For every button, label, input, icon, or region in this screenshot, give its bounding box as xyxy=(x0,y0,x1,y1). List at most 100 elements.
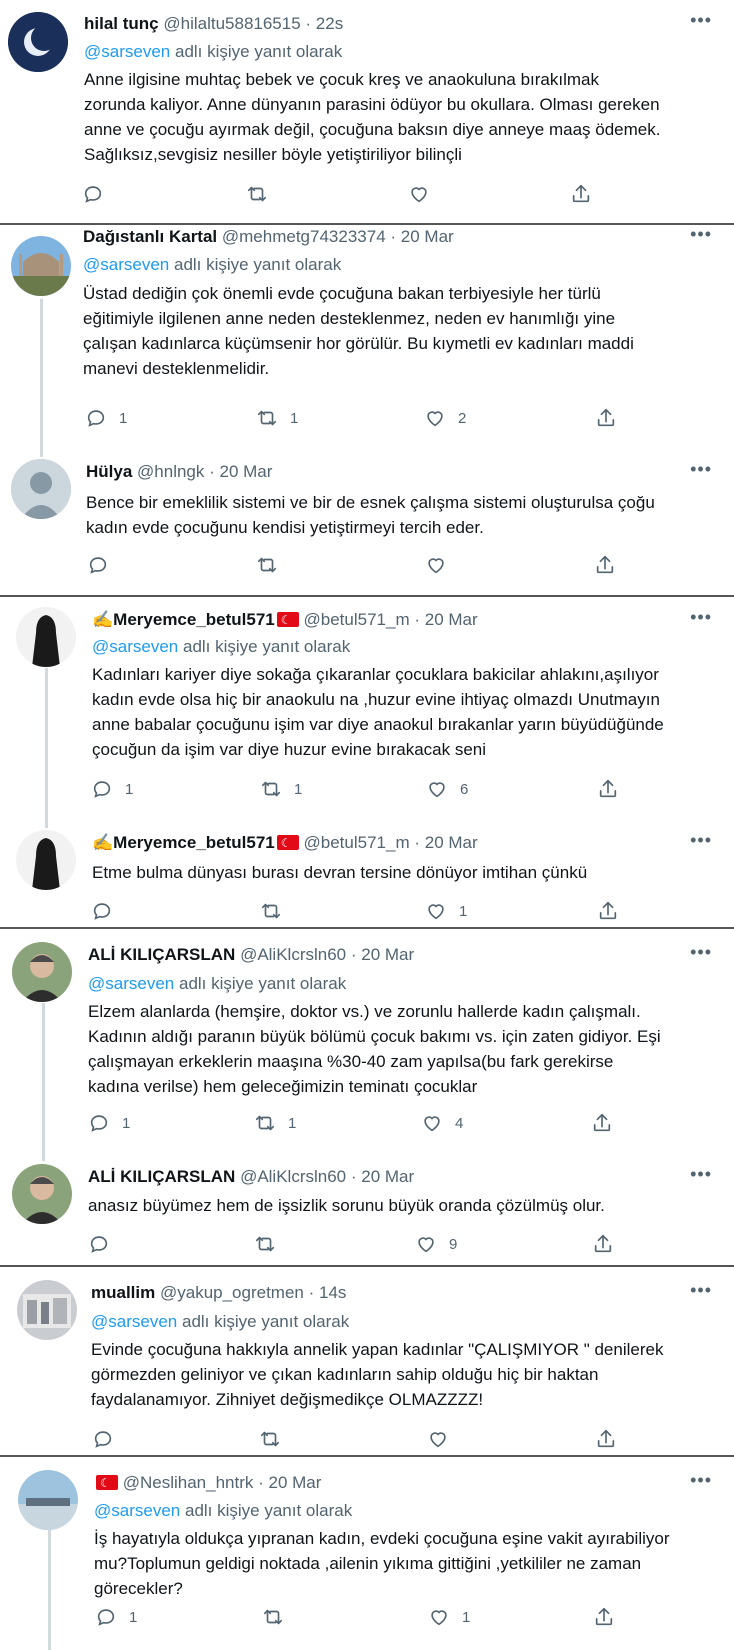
timestamp[interactable]: 20 Mar xyxy=(269,1473,322,1492)
timestamp[interactable]: 20 Mar xyxy=(220,462,273,481)
retweet-button[interactable]: 1 xyxy=(260,778,302,800)
author-handle[interactable]: @mehmetg74323374 xyxy=(222,227,386,246)
author-handle[interactable]: @hnlngk xyxy=(137,462,204,481)
reply-button[interactable]: 1 xyxy=(85,407,127,429)
share-button[interactable] xyxy=(570,183,592,205)
mention-link[interactable]: @sarseven xyxy=(84,42,170,61)
heart-icon xyxy=(427,1428,449,1450)
avatar[interactable] xyxy=(11,459,71,519)
thread-line xyxy=(48,1528,51,1650)
retweet-count: 1 xyxy=(294,780,303,798)
avatar[interactable] xyxy=(16,607,76,667)
reply-button[interactable] xyxy=(92,1428,126,1450)
author-handle[interactable]: @hilaltu58816515 xyxy=(163,14,300,33)
more-options-icon[interactable]: ••• xyxy=(690,224,712,245)
share-icon xyxy=(570,183,592,205)
avatar[interactable] xyxy=(11,236,71,296)
author-handle[interactable]: @AliKlcrsln60 xyxy=(240,945,346,964)
timestamp[interactable]: 20 Mar xyxy=(401,227,454,246)
timestamp[interactable]: 20 Mar xyxy=(361,1167,414,1186)
avatar[interactable] xyxy=(18,1470,78,1530)
timestamp[interactable]: 20 Mar xyxy=(425,833,478,852)
reply-button[interactable] xyxy=(88,1233,122,1255)
more-options-icon[interactable]: ••• xyxy=(690,1280,712,1301)
tweet-separator xyxy=(0,1265,734,1267)
share-button[interactable] xyxy=(593,1606,615,1628)
mention-link[interactable]: @sarseven xyxy=(91,1312,177,1331)
author-handle[interactable]: @betul571_m xyxy=(304,833,410,852)
author-name[interactable]: muallim xyxy=(91,1283,155,1302)
author-name[interactable]: ALİ KILIÇARSLAN xyxy=(88,945,235,964)
timestamp[interactable]: 20 Mar xyxy=(425,610,478,629)
reply-icon xyxy=(92,1428,114,1450)
mention-link[interactable]: @sarseven xyxy=(88,974,174,993)
like-button[interactable]: 2 xyxy=(424,407,466,429)
more-options-icon[interactable]: ••• xyxy=(690,10,712,31)
author-name[interactable]: Meryemce_betul571 xyxy=(113,833,275,852)
reply-icon xyxy=(95,1606,117,1628)
timestamp[interactable]: 22s xyxy=(316,14,343,33)
like-button[interactable]: 1 xyxy=(428,1606,470,1628)
author-name[interactable]: Dağıstanlı Kartal xyxy=(83,227,217,246)
author-name[interactable]: Hülya xyxy=(86,462,132,481)
heart-icon xyxy=(415,1233,437,1255)
reply-count: 1 xyxy=(122,1114,131,1132)
reply-button[interactable] xyxy=(82,183,116,205)
tweet-header: ALİ KILIÇARSLAN @AliKlcrsln60 · 20 Mar xyxy=(88,945,415,964)
heart-icon xyxy=(425,554,447,576)
retweet-button[interactable]: 1 xyxy=(256,407,298,429)
share-button[interactable] xyxy=(592,1233,614,1255)
like-button[interactable]: 6 xyxy=(426,778,468,800)
reply-button[interactable]: 1 xyxy=(91,778,133,800)
more-options-icon[interactable]: ••• xyxy=(690,1164,712,1185)
avatar[interactable] xyxy=(16,830,76,890)
more-options-icon[interactable]: ••• xyxy=(690,459,712,480)
reply-button[interactable] xyxy=(91,900,125,922)
retweet-button[interactable] xyxy=(262,1606,296,1628)
reply-button[interactable]: 1 xyxy=(95,1606,137,1628)
author-handle[interactable]: @betul571_m xyxy=(304,610,410,629)
timestamp[interactable]: 20 Mar xyxy=(361,945,414,964)
retweet-button[interactable] xyxy=(246,183,280,205)
like-button[interactable] xyxy=(408,183,442,205)
author-handle[interactable]: @Neslihan_hntrk xyxy=(123,1473,254,1492)
author-name[interactable]: ALİ KILIÇARSLAN xyxy=(88,1167,235,1186)
retweet-button[interactable] xyxy=(260,900,294,922)
reply-button[interactable] xyxy=(87,554,121,576)
more-options-icon[interactable]: ••• xyxy=(690,830,712,851)
more-options-icon[interactable]: ••• xyxy=(690,1470,712,1491)
retweet-button[interactable] xyxy=(256,554,290,576)
retweet-button[interactable]: 1 xyxy=(254,1112,296,1134)
author-name[interactable]: hilal tunç xyxy=(84,14,159,33)
like-button[interactable]: 9 xyxy=(415,1233,457,1255)
share-button[interactable] xyxy=(597,778,619,800)
share-button[interactable] xyxy=(597,900,619,922)
mention-link[interactable]: @sarseven xyxy=(94,1501,180,1520)
share-button[interactable] xyxy=(595,1428,617,1450)
share-button[interactable] xyxy=(591,1112,613,1134)
avatar[interactable] xyxy=(8,12,68,72)
avatar[interactable] xyxy=(12,1164,72,1224)
share-button[interactable] xyxy=(594,554,616,576)
mention-link[interactable]: @sarseven xyxy=(92,637,178,656)
mention-link[interactable]: @sarseven xyxy=(83,255,169,274)
like-button[interactable]: 1 xyxy=(425,900,467,922)
reply-button[interactable]: 1 xyxy=(88,1112,130,1134)
author-handle[interactable]: @AliKlcrsln60 xyxy=(240,1167,346,1186)
retweet-button[interactable] xyxy=(259,1428,293,1450)
retweet-button[interactable] xyxy=(254,1233,288,1255)
timestamp[interactable]: 14s xyxy=(319,1283,346,1302)
tweet-header: muallim @yakup_ogretmen · 14s xyxy=(91,1283,347,1302)
like-button[interactable] xyxy=(427,1428,461,1450)
more-options-icon[interactable]: ••• xyxy=(690,607,712,628)
share-button[interactable] xyxy=(595,407,617,429)
like-button[interactable]: 4 xyxy=(421,1112,463,1134)
author-name[interactable]: Meryemce_betul571 xyxy=(113,610,275,629)
author-handle[interactable]: @yakup_ogretmen xyxy=(160,1283,304,1302)
like-button[interactable] xyxy=(425,554,459,576)
avatar[interactable] xyxy=(12,942,72,1002)
share-icon xyxy=(592,1233,614,1255)
avatar[interactable] xyxy=(17,1280,77,1340)
more-options-icon[interactable]: ••• xyxy=(690,942,712,963)
retweet-icon xyxy=(260,778,282,800)
